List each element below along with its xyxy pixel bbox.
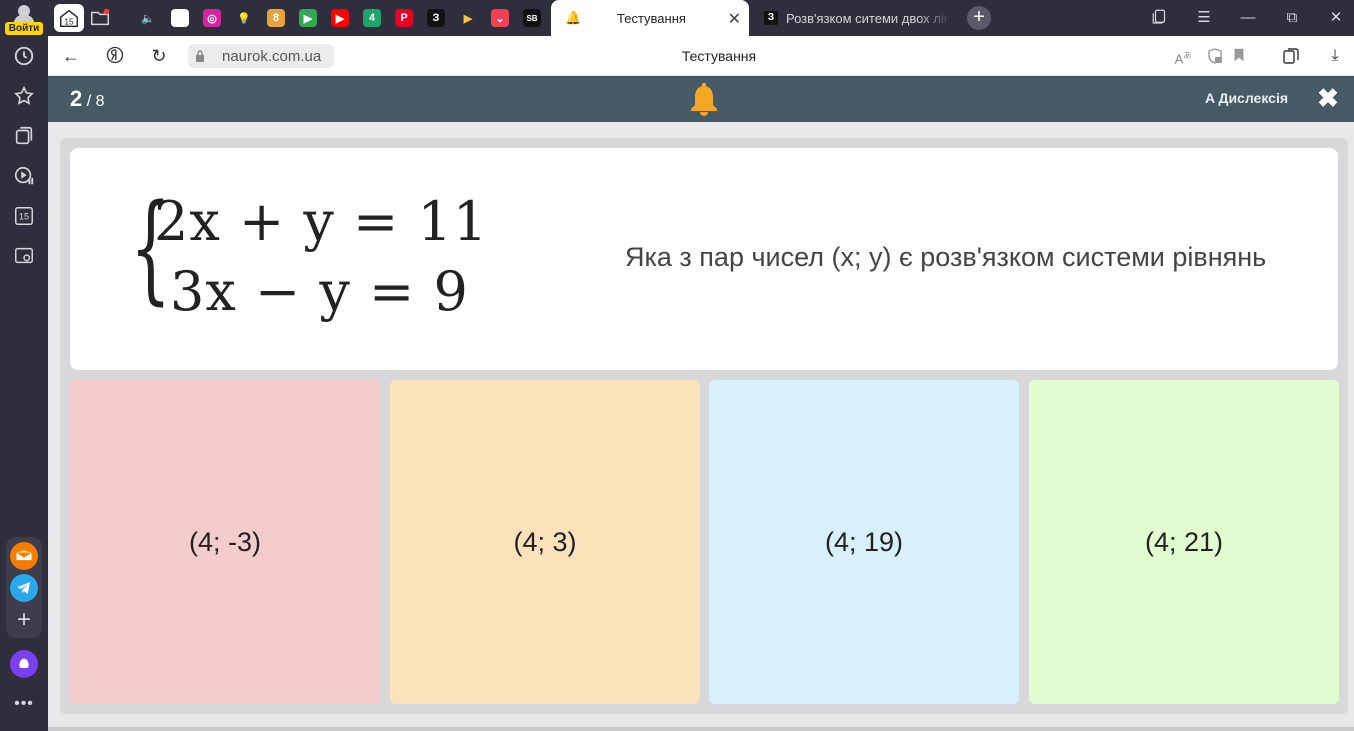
new-tab-button[interactable]: + xyxy=(967,6,991,30)
download-icon[interactable]: ⤓ xyxy=(1326,47,1344,65)
speaker-icon[interactable]: 🔈 xyxy=(136,6,160,30)
equation-2: 3x − y = 9 xyxy=(170,260,469,323)
page-title: Тестування xyxy=(681,48,757,64)
coin-icon[interactable]: 8 xyxy=(264,6,288,30)
tab-testing[interactable]: 🔔 Тестування ✕ xyxy=(551,0,749,36)
instagram-icon[interactable]: ◎ xyxy=(200,6,224,30)
answer-option-3[interactable]: (4; 19) xyxy=(709,380,1019,704)
close-window-icon[interactable]: ✕ xyxy=(1326,8,1346,28)
close-quiz-icon[interactable]: ✖ xyxy=(1316,84,1340,112)
answer-option-1[interactable]: (4; -3) xyxy=(70,380,380,704)
restore-icon[interactable]: ⧉ xyxy=(1282,8,1302,28)
screenshot-icon[interactable] xyxy=(12,244,36,268)
bottom-edge xyxy=(48,727,1354,731)
close-tab-icon[interactable]: ✕ xyxy=(728,9,741,29)
minimize-icon[interactable]: — xyxy=(1238,8,1258,28)
svg-text:15: 15 xyxy=(64,17,74,26)
tab-solution[interactable]: З Розв'язком ситеми двох лінійних xyxy=(758,0,958,36)
new-folder-icon[interactable] xyxy=(88,6,112,30)
current-question: 2 xyxy=(70,86,83,111)
question-text: Яка з пар чисел (x; y) є розв'язком сист… xyxy=(625,242,1267,272)
sticker-icon[interactable] xyxy=(168,6,192,30)
four-icon[interactable]: 4 xyxy=(360,6,384,30)
youtube-icon[interactable]: ▶ xyxy=(328,6,352,30)
sb-icon[interactable]: SB xyxy=(520,6,544,30)
collections-add-icon[interactable] xyxy=(1282,47,1300,65)
answer-label: (4; 21) xyxy=(1144,526,1224,557)
browser-sidebar: Войти 15 + ••• xyxy=(0,0,48,731)
tab-title: Тестування xyxy=(617,11,686,26)
more-icon[interactable]: ••• xyxy=(10,690,38,718)
login-label: Войти xyxy=(5,22,43,35)
calendar-day: 15 xyxy=(19,212,29,222)
bell-icon[interactable] xyxy=(689,82,719,116)
answer-label: (4; 3) xyxy=(513,526,577,557)
tab-bar: 15 🔈 ◎ 💡 8 ▶ ▶ 4 P З ▶ ⌄ SB 🔔 Тестування ✕ З Розв'я… xyxy=(48,0,1354,36)
play-icon[interactable]: ▶ xyxy=(456,6,480,30)
question-counter: 2 / 8 xyxy=(70,86,105,112)
question-card: { 2x + y = 11 3x − y = 9 Яка з пар чисел… xyxy=(70,148,1338,370)
tabs-overview-icon[interactable] xyxy=(1150,8,1170,28)
alice-icon[interactable] xyxy=(10,650,38,678)
history-icon[interactable] xyxy=(12,44,36,68)
bell-favicon-icon: 🔔 xyxy=(565,10,582,25)
calendar-icon[interactable]: 15 xyxy=(12,204,36,228)
telegram-icon[interactable] xyxy=(10,574,38,602)
equation-1: 2x + y = 11 xyxy=(154,190,489,253)
total-questions: / 8 xyxy=(86,93,105,110)
pocket-icon[interactable]: ⌄ xyxy=(488,6,512,30)
z-icon[interactable]: З xyxy=(424,6,448,30)
meet-icon[interactable]: ▶ xyxy=(296,6,320,30)
bookmark-icon[interactable] xyxy=(1230,47,1248,65)
quiz-header: 2 / 8 A Дислексія ✖ xyxy=(48,76,1354,122)
translate-icon[interactable]: Aあ xyxy=(1174,47,1192,66)
equation-system-image: { 2x + y = 11 3x − y = 9 xyxy=(130,178,490,338)
media-play-icon[interactable] xyxy=(12,164,36,188)
bookmarks-star-icon[interactable] xyxy=(12,84,36,108)
collections-icon[interactable] xyxy=(12,124,36,148)
dyslexia-toggle[interactable]: A Дислексія xyxy=(1205,90,1288,106)
protect-icon[interactable] xyxy=(1206,47,1224,65)
add-icon[interactable]: + xyxy=(10,606,38,634)
z-favicon-icon: З xyxy=(764,11,778,25)
answer-label: (4; -3) xyxy=(188,526,261,557)
quiz-panel: { 2x + y = 11 3x − y = 9 Яка з пар чисел… xyxy=(60,138,1348,714)
pinterest-icon[interactable]: P xyxy=(392,6,416,30)
menu-icon[interactable]: ☰ xyxy=(1194,8,1214,28)
home-tab[interactable]: 15 xyxy=(54,4,84,32)
mail-icon[interactable] xyxy=(10,542,38,570)
answer-option-4[interactable]: (4; 21) xyxy=(1029,380,1339,704)
answer-option-2[interactable]: (4; 3) xyxy=(390,380,700,704)
lightbulb-icon[interactable]: 💡 xyxy=(232,6,256,30)
address-bar: ← ↻ naurok.com.ua Тестування Aあ ⤓ xyxy=(48,36,1354,76)
login-button[interactable]: Войти xyxy=(5,3,43,35)
answer-label: (4; 19) xyxy=(824,526,904,557)
